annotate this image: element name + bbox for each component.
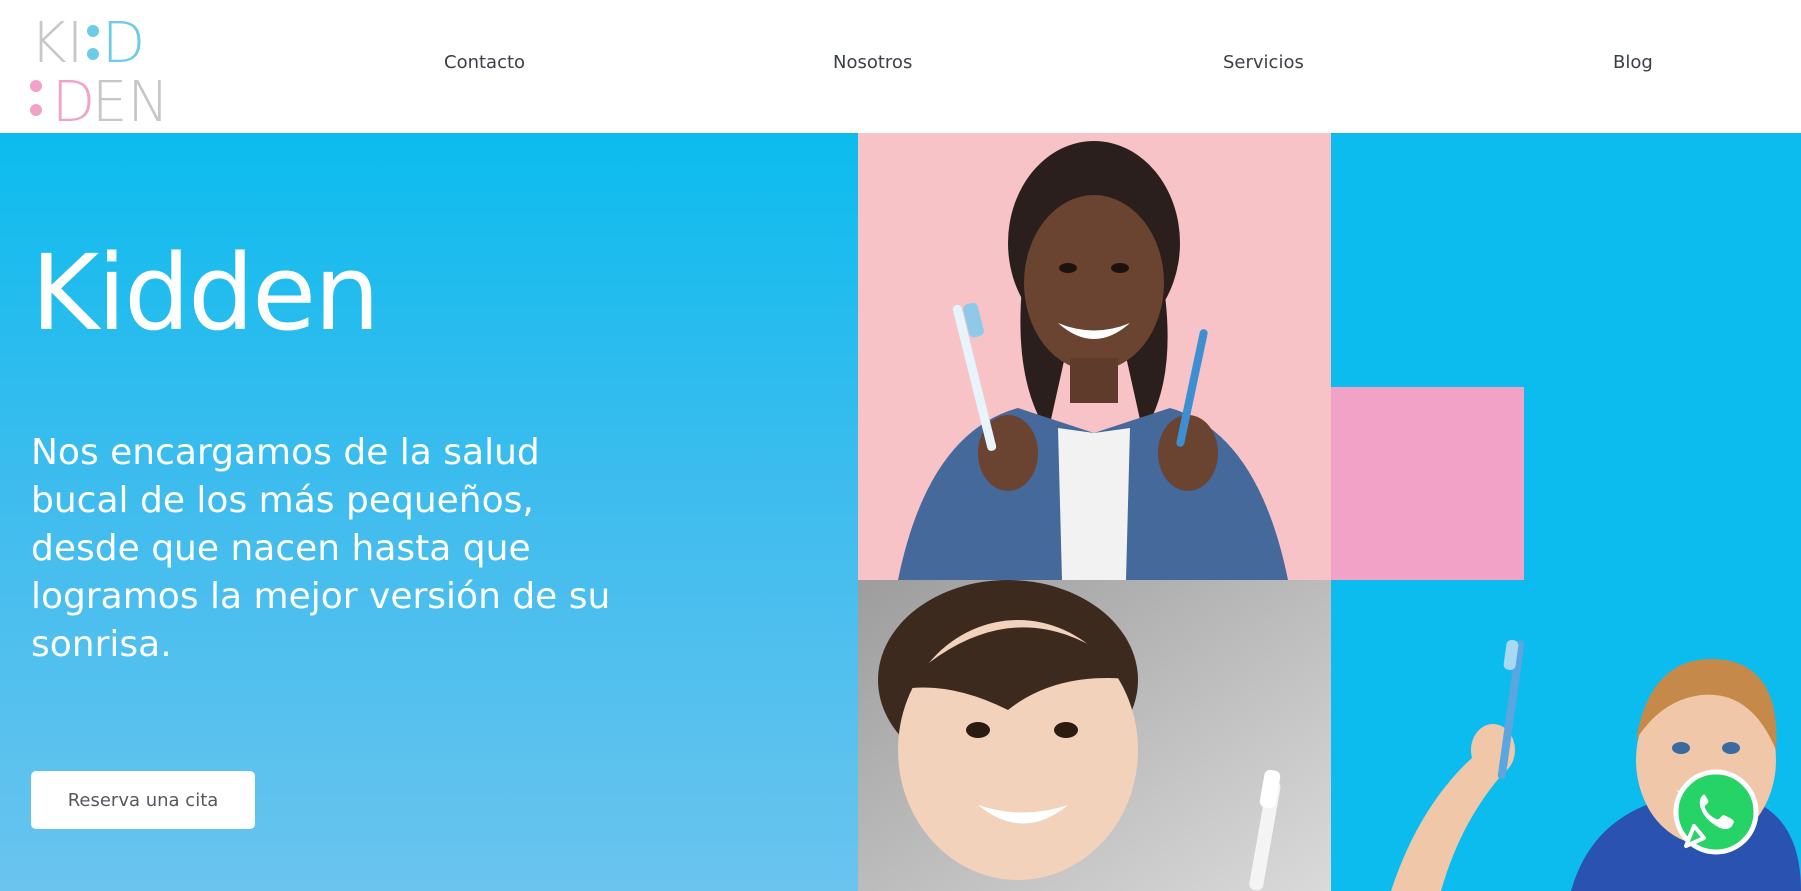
kidden-logo[interactable]: KI D D EN — [30, 11, 169, 135]
hero-title: Kidden — [31, 232, 380, 354]
hero-section: Kidden Nos encargamos de la salud bucal … — [0, 133, 858, 891]
photo-boy-gray — [858, 580, 1331, 891]
logo-dot — [87, 25, 99, 37]
book-appointment-button[interactable]: Reserva una cita — [31, 771, 255, 829]
whatsapp-icon — [1673, 769, 1759, 855]
logo-dot — [87, 48, 99, 60]
logo-dot — [30, 104, 42, 116]
logo-ki: KI — [30, 12, 83, 76]
logo-en: EN — [92, 70, 166, 124]
whatsapp-button[interactable] — [1672, 768, 1760, 856]
logo-dot — [30, 80, 42, 92]
nav-servicios[interactable]: Servicios — [1223, 52, 1304, 80]
site-header: KI D D EN Contacto Nosotros Servicios Bl… — [0, 0, 1801, 135]
decorative-pink-block — [1331, 387, 1524, 580]
nav-contacto[interactable]: Contacto — [444, 52, 525, 80]
photo-girl-toothbrushes — [858, 133, 1331, 580]
hero-description: Nos encargamos de la salud bucal de los … — [31, 432, 611, 665]
nav-blog[interactable]: Blog — [1613, 52, 1653, 80]
nav-nosotros[interactable]: Nosotros — [833, 52, 912, 80]
boy-illustration — [858, 580, 1331, 891]
kidden-logo-mark: KI D D EN — [30, 11, 169, 135]
girl-illustration — [858, 133, 1331, 580]
logo-d-bottom: D — [52, 70, 95, 124]
logo-d-top: D — [102, 12, 145, 76]
